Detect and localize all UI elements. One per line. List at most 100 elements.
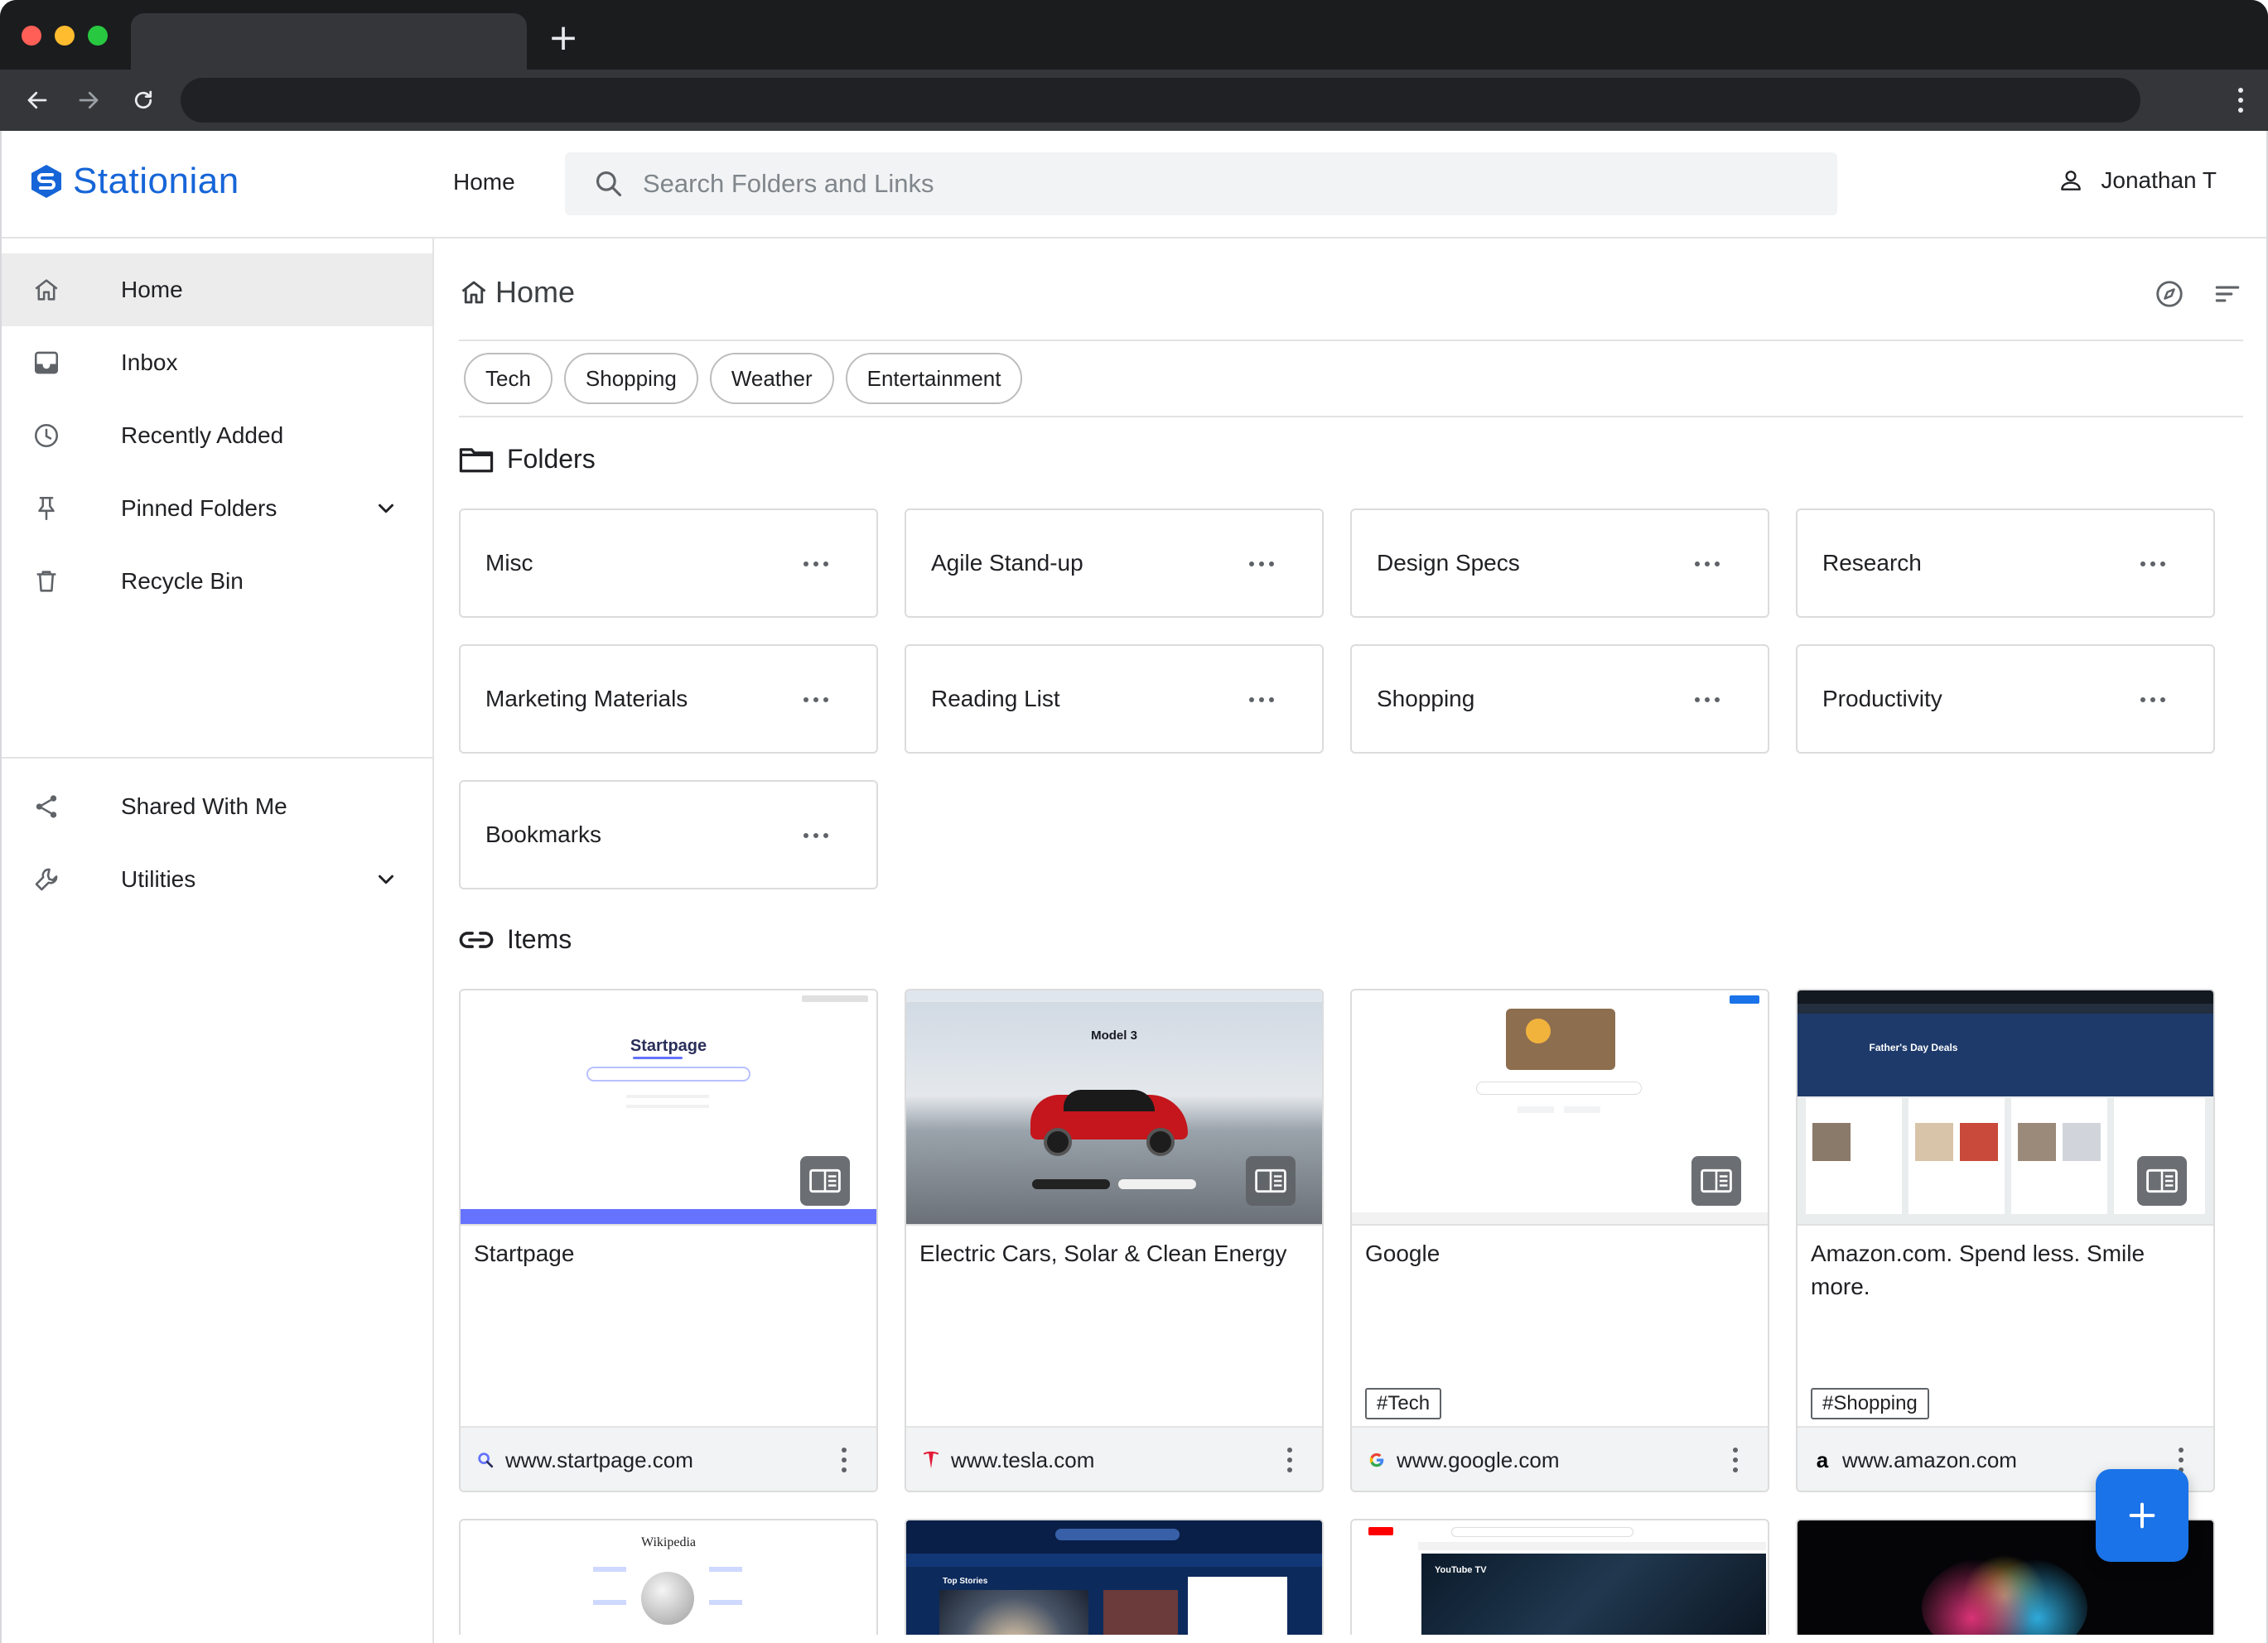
plus-icon — [2129, 1502, 2155, 1529]
item-card[interactable]: Top Stories — [905, 1519, 1324, 1635]
item-footer: www.google.com — [1352, 1426, 1768, 1491]
folder-card[interactable]: Misc — [459, 508, 878, 618]
item-tag[interactable]: #Tech — [1365, 1388, 1442, 1419]
thumbnail-text: Startpage — [630, 1037, 707, 1055]
sidebar: Home Inbox Recently Added Pinned Folders — [2, 238, 434, 1643]
title-actions — [2154, 278, 2243, 314]
sidebar-item-recently-added[interactable]: Recently Added — [2, 399, 432, 472]
more-vertical-icon[interactable] — [842, 1448, 847, 1472]
tag-chips: Tech Shopping Weather Entertainment — [464, 353, 1023, 404]
search-icon — [596, 171, 622, 197]
maximize-window-button[interactable] — [88, 26, 108, 46]
item-card[interactable]: Google #Tech www.google.com — [1350, 989, 1769, 1492]
folder-card[interactable]: Shopping — [1350, 644, 1769, 754]
folder-card[interactable]: Bookmarks — [459, 780, 878, 889]
reader-view-button[interactable] — [800, 1156, 850, 1206]
minimize-window-button[interactable] — [55, 26, 75, 46]
more-vertical-icon[interactable] — [1287, 1448, 1292, 1472]
folder-card[interactable]: Research — [1796, 508, 2215, 618]
folder-name: Shopping — [1377, 686, 1475, 711]
chip-shopping[interactable]: Shopping — [563, 353, 698, 404]
chevron-down-icon[interactable] — [371, 865, 401, 894]
sidebar-item-home[interactable]: Home — [2, 253, 432, 326]
chevron-down-icon[interactable] — [371, 494, 401, 523]
sidebar-item-label: Pinned Folders — [121, 495, 277, 521]
search-box[interactable] — [565, 152, 1837, 215]
item-url[interactable]: www.tesla.com — [951, 1448, 1094, 1473]
close-window-button[interactable] — [22, 26, 41, 46]
app-logo[interactable]: Stationian — [30, 161, 239, 202]
item-card[interactable]: Father's Day Deals Amazon.com. Spend les… — [1796, 989, 2215, 1492]
item-card[interactable]: YouTube TV — [1350, 1519, 1769, 1635]
more-horizontal-icon[interactable] — [1249, 697, 1274, 702]
item-footer: www.tesla.com — [906, 1426, 1322, 1491]
item-tag[interactable]: #Shopping — [1811, 1388, 1929, 1419]
item-card[interactable]: Wikipedia — [459, 1519, 878, 1635]
more-horizontal-icon[interactable] — [803, 833, 828, 838]
chip-entertainment[interactable]: Entertainment — [845, 353, 1023, 404]
more-horizontal-icon[interactable] — [1695, 561, 1720, 566]
app-window: Stationian Home Jonathan T Home Inbox — [0, 131, 2268, 1643]
search-input[interactable] — [643, 169, 1802, 199]
pin-icon — [30, 492, 63, 525]
sort-icon[interactable] — [2212, 278, 2243, 314]
sidebar-item-label: Recently Added — [121, 422, 284, 448]
item-card[interactable]: Model 3 Electric Cars, Solar & Clean Ene… — [905, 989, 1324, 1492]
folder-card[interactable]: Agile Stand-up — [905, 508, 1324, 618]
item-card[interactable]: Startpage Startpage www.startpage.com — [459, 989, 878, 1492]
sidebar-item-utilities[interactable]: Utilities — [2, 843, 432, 916]
item-url[interactable]: www.startpage.com — [505, 1448, 693, 1473]
more-horizontal-icon[interactable] — [803, 561, 828, 566]
item-thumbnail: Startpage — [461, 990, 876, 1226]
add-button[interactable] — [2096, 1469, 2188, 1562]
thumbnail-text: YouTube TV — [1435, 1565, 1487, 1575]
more-horizontal-icon[interactable] — [2140, 561, 2165, 566]
header-home-link[interactable]: Home — [453, 169, 515, 195]
sidebar-item-pinned-folders[interactable]: Pinned Folders — [2, 472, 432, 545]
browser-tab[interactable] — [131, 13, 527, 70]
user-menu[interactable]: Jonathan T — [2058, 167, 2217, 194]
reader-view-button[interactable] — [2137, 1156, 2187, 1206]
sidebar-item-label: Shared With Me — [121, 793, 287, 819]
app-name: Stationian — [73, 161, 239, 201]
more-horizontal-icon[interactable] — [1695, 697, 1720, 702]
item-url[interactable]: www.amazon.com — [1842, 1448, 2017, 1473]
item-url[interactable]: www.google.com — [1397, 1448, 1560, 1473]
more-horizontal-icon[interactable] — [803, 697, 828, 702]
more-horizontal-icon[interactable] — [2140, 697, 2165, 702]
more-horizontal-icon[interactable] — [1249, 561, 1274, 566]
folder-card[interactable]: Reading List — [905, 644, 1324, 754]
folders-heading: Folders — [459, 444, 596, 475]
compass-icon[interactable] — [2154, 278, 2185, 314]
browser-menu-button[interactable] — [2228, 81, 2253, 119]
folder-card[interactable]: Productivity — [1796, 644, 2215, 754]
globe-icon — [641, 1572, 694, 1625]
link-icon — [459, 931, 494, 948]
folder-name: Productivity — [1822, 686, 1942, 711]
divider — [459, 416, 2243, 417]
folder-name: Reading List — [931, 686, 1060, 711]
chip-tech[interactable]: Tech — [464, 353, 553, 404]
item-title: Google — [1365, 1241, 1440, 1266]
more-vertical-icon[interactable] — [1733, 1448, 1738, 1472]
forward-button[interactable] — [70, 81, 108, 119]
home-icon — [461, 281, 486, 304]
sidebar-item-recycle-bin[interactable]: Recycle Bin — [2, 545, 432, 618]
reader-view-button[interactable] — [1691, 1156, 1741, 1206]
reload-button[interactable] — [124, 81, 162, 119]
folder-card[interactable]: Design Specs — [1350, 508, 1769, 618]
sidebar-item-inbox[interactable]: Inbox — [2, 326, 432, 399]
thumbnail-text: Wikipedia — [641, 1535, 696, 1549]
reload-icon — [134, 90, 152, 109]
user-name: Jonathan T — [2101, 167, 2217, 193]
reader-view-button[interactable] — [1246, 1156, 1296, 1206]
address-bar[interactable] — [181, 78, 2140, 123]
sidebar-item-shared-with-me[interactable]: Shared With Me — [2, 770, 432, 843]
new-tab-button[interactable]: + — [547, 20, 580, 56]
chip-weather[interactable]: Weather — [709, 353, 834, 404]
google-favicon-icon — [1367, 1450, 1387, 1470]
back-button[interactable] — [18, 81, 56, 119]
folder-card[interactable]: Marketing Materials — [459, 644, 878, 754]
more-vertical-icon[interactable] — [2179, 1448, 2184, 1472]
sidebar-divider — [2, 757, 432, 759]
